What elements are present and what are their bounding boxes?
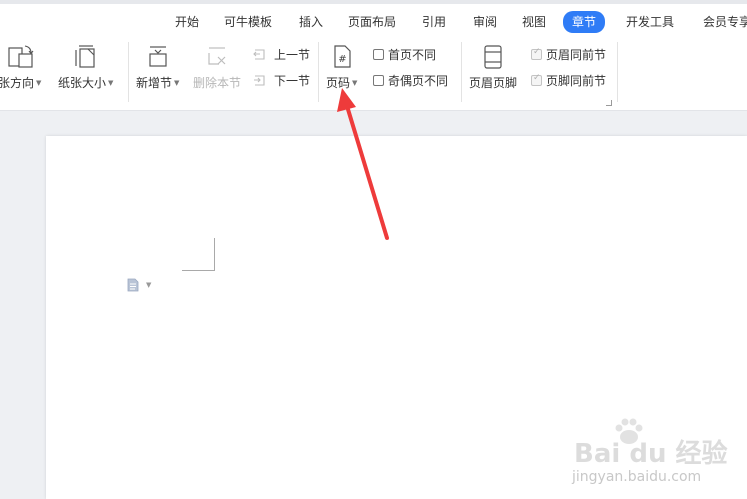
watermark-brand-text: Bai du 经验 (574, 439, 728, 469)
baidu-jingyan-watermark: Bai du 经验 jingyan.baidu.com (568, 415, 738, 495)
watermark-url-text: jingyan.baidu.com (572, 469, 702, 485)
arrow-head-icon (337, 88, 356, 112)
